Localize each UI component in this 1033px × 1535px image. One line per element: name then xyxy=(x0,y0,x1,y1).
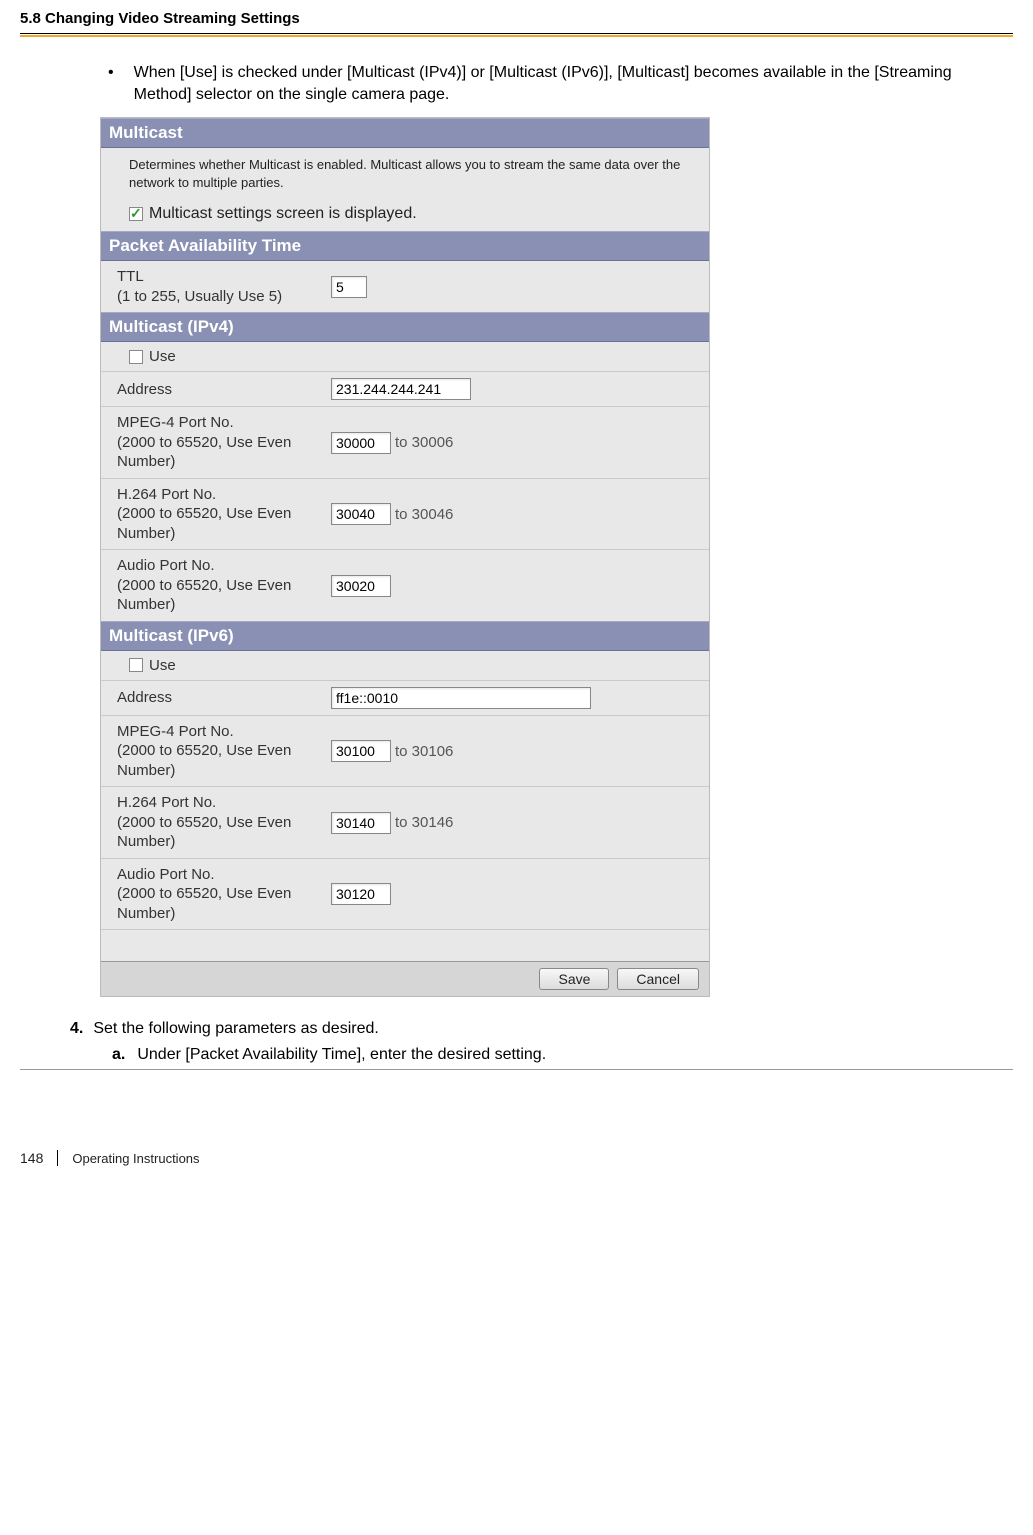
ipv4-mpeg-label: MPEG-4 Port No. (2000 to 65520, Use Even… xyxy=(109,413,321,472)
bullet-text: When [Use] is checked under [Multicast (… xyxy=(134,62,1013,105)
ipv6-address-label: Address xyxy=(109,688,321,708)
ipv4-h264-row: H.264 Port No. (2000 to 65520, Use Even … xyxy=(101,479,709,550)
ipv4-h264-label: H.264 Port No. (2000 to 65520, Use Even … xyxy=(109,485,321,544)
button-bar: Save Cancel xyxy=(101,961,709,996)
save-button[interactable]: Save xyxy=(539,968,609,990)
ipv4-mpeg-to: to 30006 xyxy=(395,434,453,451)
ipv6-mpeg-label: MPEG-4 Port No. (2000 to 65520, Use Even… xyxy=(109,722,321,781)
footer-label: Operating Instructions xyxy=(72,1151,199,1166)
footer-divider xyxy=(57,1150,58,1166)
ipv6-mpeg-row: MPEG-4 Port No. (2000 to 65520, Use Even… xyxy=(101,716,709,787)
page-number: 148 xyxy=(20,1150,43,1166)
ipv6-address-input[interactable] xyxy=(331,687,591,709)
ipv6-audio-input[interactable] xyxy=(331,883,391,905)
ipv4-address-input[interactable] xyxy=(331,378,471,400)
ipv4-audio-input[interactable] xyxy=(331,575,391,597)
ipv6-h264-label: H.264 Port No. (2000 to 65520, Use Even … xyxy=(109,793,321,852)
bullet-icon: • xyxy=(108,62,114,105)
ipv6-audio-label: Audio Port No. (2000 to 65520, Use Even … xyxy=(109,865,321,924)
step-4a-number: a. xyxy=(112,1043,125,1067)
ipv6-h264-row: H.264 Port No. (2000 to 65520, Use Even … xyxy=(101,787,709,858)
multicast-display-check-row: Multicast settings screen is displayed. xyxy=(101,201,709,231)
multicast-header: Multicast xyxy=(101,118,709,148)
packet-availability-header: Packet Availability Time xyxy=(101,231,709,261)
ipv4-mpeg-input[interactable] xyxy=(331,432,391,454)
ipv6-h264-input[interactable] xyxy=(331,812,391,834)
bullet-note: • When [Use] is checked under [Multicast… xyxy=(100,62,1013,105)
ipv4-audio-row: Audio Port No. (2000 to 65520, Use Even … xyxy=(101,550,709,621)
instructions: 4. Set the following parameters as desir… xyxy=(100,1017,1013,1067)
step-4a-text: Under [Packet Availability Time], enter … xyxy=(137,1043,546,1067)
ipv6-audio-row: Audio Port No. (2000 to 65520, Use Even … xyxy=(101,859,709,930)
multicast-description: Determines whether Multicast is enabled.… xyxy=(101,148,709,201)
ipv4-audio-label: Audio Port No. (2000 to 65520, Use Even … xyxy=(109,556,321,615)
ipv4-use-checkbox[interactable] xyxy=(129,350,143,364)
ipv4-address-row: Address xyxy=(101,372,709,406)
ipv4-mpeg-row: MPEG-4 Port No. (2000 to 65520, Use Even… xyxy=(101,407,709,478)
ttl-input[interactable] xyxy=(331,276,367,298)
settings-panel: Multicast Determines whether Multicast i… xyxy=(100,117,710,997)
multicast-display-checkbox[interactable] xyxy=(129,207,143,221)
ipv6-mpeg-to: to 30106 xyxy=(395,743,453,760)
ipv4-use-label: Use xyxy=(149,348,176,365)
ipv4-header: Multicast (IPv4) xyxy=(101,312,709,342)
ttl-row: TTL (1 to 255, Usually Use 5) xyxy=(101,261,709,312)
ipv6-mpeg-input[interactable] xyxy=(331,740,391,762)
ipv6-use-row: Use xyxy=(101,651,709,680)
cancel-button[interactable]: Cancel xyxy=(617,968,699,990)
page-section-header: 5.8 Changing Video Streaming Settings xyxy=(0,0,1033,29)
ipv6-h264-to: to 30146 xyxy=(395,814,453,831)
ipv4-h264-to: to 30046 xyxy=(395,506,453,523)
ipv6-address-row: Address xyxy=(101,681,709,715)
ipv4-use-row: Use xyxy=(101,342,709,371)
ttl-label: TTL (1 to 255, Usually Use 5) xyxy=(109,267,321,306)
page-footer: 148 Operating Instructions xyxy=(0,1150,1033,1186)
ipv4-h264-input[interactable] xyxy=(331,503,391,525)
ipv6-use-label: Use xyxy=(149,657,176,674)
ipv4-address-label: Address xyxy=(109,380,321,400)
step-4-text: Set the following parameters as desired. xyxy=(93,1017,378,1041)
ipv6-header: Multicast (IPv6) xyxy=(101,621,709,651)
ipv6-use-checkbox[interactable] xyxy=(129,658,143,672)
step-4-number: 4. xyxy=(70,1017,83,1041)
multicast-display-label: Multicast settings screen is displayed. xyxy=(149,205,417,223)
header-rules xyxy=(20,33,1013,37)
